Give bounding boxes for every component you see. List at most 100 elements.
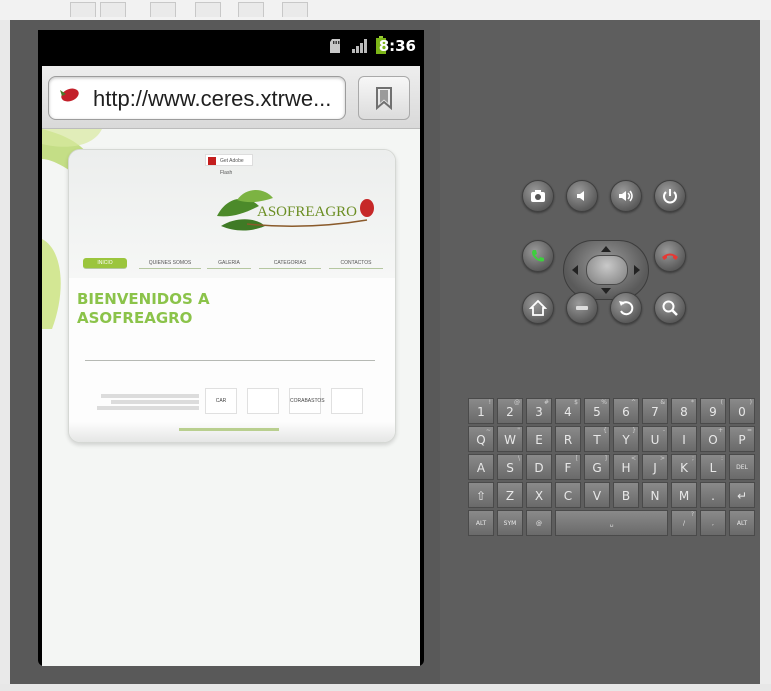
key-.[interactable]: .	[700, 482, 726, 508]
key-x[interactable]: X	[526, 482, 552, 508]
key-1[interactable]: 1!	[468, 398, 494, 424]
key-g[interactable]: G]	[584, 454, 610, 480]
key-m[interactable]: M	[671, 482, 697, 508]
key-d[interactable]: D	[526, 454, 552, 480]
partner-logo[interactable]	[247, 388, 279, 414]
key-f[interactable]: F[	[555, 454, 581, 480]
bookmark-button[interactable]	[358, 76, 410, 120]
flash-badge[interactable]: Get Adobe Flash	[205, 154, 253, 176]
key-9[interactable]: 9(	[700, 398, 726, 424]
key-alt[interactable]: ALT	[468, 510, 494, 536]
key-n[interactable]: N	[642, 482, 668, 508]
host-toolbar-button[interactable]	[282, 2, 308, 17]
key-s[interactable]: S \	[497, 454, 523, 480]
key-space[interactable]: ␣	[555, 510, 668, 536]
key-j[interactable]: J >	[642, 454, 668, 480]
key-e[interactable]: E	[526, 426, 552, 452]
key-label: L	[709, 461, 717, 475]
key-l[interactable]: L:	[700, 454, 726, 480]
key-y[interactable]: Y}	[613, 426, 639, 452]
bookmark-icon	[376, 87, 392, 110]
key-alt-label: ]	[604, 455, 607, 462]
nav-item-galeria[interactable]: GALERIA	[207, 258, 251, 269]
camera-button[interactable]	[522, 180, 554, 212]
end-call-button[interactable]	[654, 240, 686, 272]
back-button[interactable]	[610, 292, 642, 324]
key-label: ␣	[609, 520, 614, 527]
key-q[interactable]: Q ~	[468, 426, 494, 452]
key-3[interactable]: 3 #	[526, 398, 552, 424]
end-call-icon	[662, 253, 678, 260]
key-o[interactable]: O +	[700, 426, 726, 452]
site-nav: INICIO QUIENES SOMOS GALERIA CATEGORIAS …	[83, 258, 383, 269]
key-6[interactable]: 6 ^	[613, 398, 639, 424]
search-button[interactable]	[654, 292, 686, 324]
site-logo-text[interactable]: ASOFREAGRO	[257, 204, 357, 221]
key-i[interactable]: I	[671, 426, 697, 452]
key-/[interactable]: /?	[671, 510, 697, 536]
key-a[interactable]: A	[468, 454, 494, 480]
key-label: ALT	[736, 520, 748, 527]
card-footer	[69, 422, 395, 442]
key-label: Z	[505, 489, 515, 503]
key-7[interactable]: 7 &	[642, 398, 668, 424]
host-window-edge	[0, 684, 771, 691]
dpad-up-icon	[601, 246, 611, 252]
key-h[interactable]: H <	[613, 454, 639, 480]
key-b[interactable]: B	[613, 482, 639, 508]
key-2[interactable]: 2 @	[497, 398, 523, 424]
key-,[interactable]: ,	[700, 510, 726, 536]
key-del[interactable]: DEL	[729, 454, 755, 480]
host-toolbar-button[interactable]	[150, 2, 176, 17]
key-c[interactable]: C	[555, 482, 581, 508]
partner-logo[interactable]: CORABASTOS	[289, 388, 325, 414]
nav-item-inicio[interactable]: INICIO	[83, 258, 127, 269]
host-toolbar-button[interactable]	[238, 2, 264, 17]
nav-item-quienes-somos[interactable]: QUIENES SOMOS	[139, 258, 201, 269]
host-toolbar-button[interactable]	[70, 2, 96, 17]
key-5[interactable]: 5%	[584, 398, 610, 424]
sd-card-icon	[330, 39, 340, 53]
partner-logo[interactable]: CAR	[205, 388, 237, 414]
browser-viewport[interactable]: http://www.ceres.xtrwe... Get Adobe Flas…	[42, 66, 420, 666]
key-k[interactable]: K;	[671, 454, 697, 480]
power-button[interactable]	[654, 180, 686, 212]
key-label: A	[476, 461, 486, 475]
nav-item-contactos[interactable]: CONTACTOS	[329, 258, 383, 269]
key-@[interactable]: @	[526, 510, 552, 536]
welcome-line-1: BIENVENIDOS A	[77, 290, 210, 308]
host-toolbar-button[interactable]	[195, 2, 221, 17]
menu-button[interactable]	[566, 292, 598, 324]
key-⇧[interactable]: ⇧	[468, 482, 494, 508]
key-t[interactable]: T{	[584, 426, 610, 452]
key-sym[interactable]: SYM	[497, 510, 523, 536]
device-screen: 8:36 http://www.ceres.xtrwe... Get Adobe…	[38, 30, 424, 666]
key-alt[interactable]: ALT	[729, 510, 755, 536]
key-0[interactable]: 0)	[729, 398, 755, 424]
call-button[interactable]	[522, 240, 554, 272]
volume-down-button[interactable]	[566, 180, 598, 212]
key-↵[interactable]: ↵	[729, 482, 755, 508]
partner-logo[interactable]	[331, 388, 363, 414]
nav-item-categorias[interactable]: CATEGORIAS	[259, 258, 321, 269]
key-label: 3	[535, 405, 543, 419]
key-z[interactable]: Z	[497, 482, 523, 508]
key-alt-label: \	[517, 455, 520, 462]
browser-url-bar: http://www.ceres.xtrwe...	[42, 66, 420, 129]
url-text[interactable]: http://www.ceres.xtrwe...	[93, 86, 331, 112]
key-u[interactable]: U-	[642, 426, 668, 452]
key-w[interactable]: W "	[497, 426, 523, 452]
key-alt-label: <	[630, 455, 636, 462]
home-button[interactable]	[522, 292, 554, 324]
key-alt-label: ?	[690, 511, 694, 518]
key-r[interactable]: R	[555, 426, 581, 452]
host-toolbar-button[interactable]	[100, 2, 126, 17]
dpad[interactable]	[563, 240, 649, 300]
url-field[interactable]: http://www.ceres.xtrwe...	[48, 76, 346, 120]
key-v[interactable]: V	[584, 482, 610, 508]
key-8[interactable]: 8 *	[671, 398, 697, 424]
volume-up-button[interactable]	[610, 180, 642, 212]
key-4[interactable]: 4 $	[555, 398, 581, 424]
dpad-center-button[interactable]	[586, 255, 628, 285]
key-p[interactable]: P =	[729, 426, 755, 452]
